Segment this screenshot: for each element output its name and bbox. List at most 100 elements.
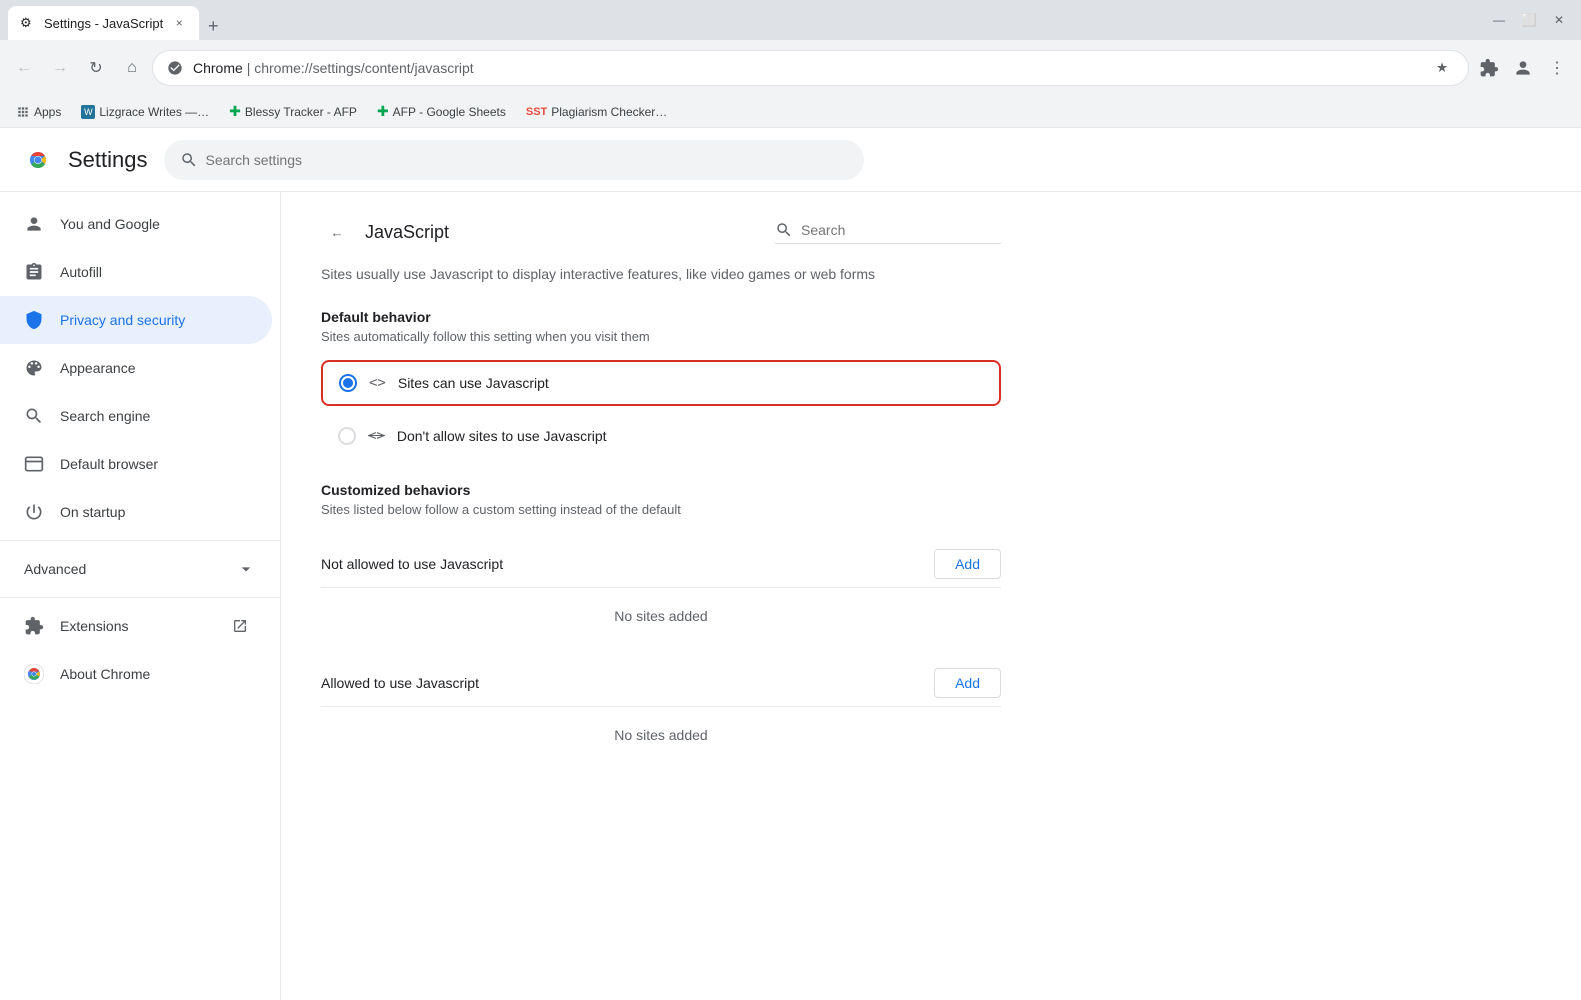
address-bar[interactable]: Chrome | chrome://settings/content/javas… xyxy=(152,50,1469,86)
settings-header: Settings xyxy=(0,128,1581,192)
sidebar-item-you-and-google[interactable]: You and Google xyxy=(0,200,272,248)
external-link-icon xyxy=(232,618,248,634)
allowed-empty-state: No sites added xyxy=(321,707,1001,763)
sidebar: You and Google Autofill Privacy and secu… xyxy=(0,192,280,1000)
chrome-logo-icon xyxy=(24,146,52,174)
reload-button[interactable]: ↻ xyxy=(80,52,112,84)
main-content: ← JavaScript Sites usually use Javascrip… xyxy=(280,192,1581,1000)
sidebar-item-about-chrome-label: About Chrome xyxy=(60,666,150,682)
sidebar-item-default-browser[interactable]: Default browser xyxy=(0,440,272,488)
settings-search-bar[interactable] xyxy=(164,140,864,180)
settings-title: Settings xyxy=(68,147,148,173)
back-button[interactable]: ← xyxy=(321,216,353,248)
sidebar-item-default-browser-label: Default browser xyxy=(60,456,158,472)
allow-radio-circle xyxy=(339,374,357,392)
title-bar: ⚙ Settings - JavaScript × + — ⬜ ✕ xyxy=(0,0,1581,40)
sidebar-divider-1 xyxy=(0,540,280,541)
about-chrome-icon xyxy=(24,664,44,684)
block-radio-label: Don't allow sites to use Javascript xyxy=(397,428,607,444)
sidebar-advanced-section[interactable]: Advanced xyxy=(0,545,280,593)
js-page-title-row: ← JavaScript xyxy=(321,216,449,248)
new-tab-button[interactable]: + xyxy=(199,12,227,40)
sidebar-item-appearance-label: Appearance xyxy=(60,360,136,376)
sidebar-divider-2 xyxy=(0,597,280,598)
allow-radio-label: Sites can use Javascript xyxy=(398,375,549,391)
behaviors-title: Customized behaviors xyxy=(321,482,1001,498)
bookmarks-bar: Apps W Lizgrace Writes —… ✚ Blessy Track… xyxy=(0,96,1581,128)
maximize-button[interactable]: ⬜ xyxy=(1515,6,1543,34)
search-icon xyxy=(24,406,44,426)
bookmark-star-button[interactable]: ★ xyxy=(1428,54,1456,82)
content-search-input[interactable] xyxy=(801,222,1001,238)
palette-icon xyxy=(24,358,44,378)
allowed-add-button[interactable]: Add xyxy=(934,668,1001,698)
sidebar-item-extensions[interactable]: Extensions xyxy=(0,602,272,650)
default-behavior-subtitle: Sites automatically follow this setting … xyxy=(321,329,1001,344)
browser-frame: ⚙ Settings - JavaScript × + — ⬜ ✕ ← → ↻ … xyxy=(0,0,1581,1000)
javascript-page-header: ← JavaScript xyxy=(321,216,1001,248)
minimize-button[interactable]: — xyxy=(1485,6,1513,34)
behaviors-subtitle: Sites listed below follow a custom setti… xyxy=(321,502,1001,517)
not-allowed-add-button[interactable]: Add xyxy=(934,549,1001,579)
shield-icon xyxy=(24,310,44,330)
active-tab[interactable]: ⚙ Settings - JavaScript × xyxy=(8,6,199,40)
settings-search-input[interactable] xyxy=(206,152,848,168)
block-radio-circle xyxy=(338,427,356,445)
power-icon xyxy=(24,502,44,522)
close-button[interactable]: ✕ xyxy=(1545,6,1573,34)
js-description: Sites usually use Javascript to display … xyxy=(321,264,1001,285)
tab-close-button[interactable]: × xyxy=(171,15,187,31)
bookmark-afp-label: AFP - Google Sheets xyxy=(393,105,506,119)
address-text: Chrome | chrome://settings/content/javas… xyxy=(193,60,1420,76)
tab-strip: ⚙ Settings - JavaScript × + xyxy=(8,0,1481,40)
sidebar-item-search-engine[interactable]: Search engine xyxy=(0,392,272,440)
browser-icon xyxy=(24,454,44,474)
allowed-label: Allowed to use Javascript xyxy=(321,675,479,691)
content-search-icon xyxy=(775,221,793,239)
back-nav-button[interactable]: ← xyxy=(8,52,40,84)
allowed-row: Allowed to use Javascript Add xyxy=(321,660,1001,707)
sidebar-item-on-startup[interactable]: On startup xyxy=(0,488,272,536)
not-allowed-label: Not allowed to use Javascript xyxy=(321,556,503,572)
not-allowed-empty-state: No sites added xyxy=(321,588,1001,644)
block-javascript-option[interactable]: <> Don't allow sites to use Javascript xyxy=(321,414,1001,458)
bookmark-apps[interactable]: Apps xyxy=(8,99,69,125)
sidebar-advanced-label: Advanced xyxy=(24,561,86,577)
forward-nav-button[interactable]: → xyxy=(44,52,76,84)
allow-javascript-option[interactable]: <> Sites can use Javascript xyxy=(321,360,1001,406)
customized-behaviors-section: Customized behaviors Sites listed below … xyxy=(321,482,1001,763)
allow-radio-inner xyxy=(343,378,353,388)
wordpress-icon: W xyxy=(81,105,95,119)
home-button[interactable]: ⌂ xyxy=(116,52,148,84)
puzzle-icon xyxy=(24,616,44,636)
afp-sheets-icon: ✚ xyxy=(377,103,389,120)
bookmark-lizgrace-label: Lizgrace Writes —… xyxy=(99,105,209,119)
sidebar-item-you-and-google-label: You and Google xyxy=(60,216,160,232)
bookmark-blessy-label: Blessy Tracker - AFP xyxy=(245,105,357,119)
bookmark-plagiarism[interactable]: SST Plagiarism Checker… xyxy=(518,99,675,125)
sidebar-item-about-chrome[interactable]: About Chrome xyxy=(0,650,272,698)
sidebar-item-privacy-label: Privacy and security xyxy=(60,312,185,328)
content-search-bar[interactable] xyxy=(775,221,1001,244)
sidebar-item-autofill-label: Autofill xyxy=(60,264,102,280)
person-icon xyxy=(24,214,44,234)
bookmark-afp-sheets[interactable]: ✚ AFP - Google Sheets xyxy=(369,99,514,125)
code-icon: <> xyxy=(369,375,386,391)
security-icon xyxy=(165,58,185,78)
settings-body: You and Google Autofill Privacy and secu… xyxy=(0,192,1581,1000)
default-behavior-section: Default behavior Sites automatically fol… xyxy=(321,309,1001,458)
sidebar-item-appearance[interactable]: Appearance xyxy=(0,344,272,392)
blessy-icon: ✚ xyxy=(229,103,241,120)
sidebar-item-privacy-and-security[interactable]: Privacy and security xyxy=(0,296,272,344)
search-icon xyxy=(180,151,198,169)
address-actions: ★ xyxy=(1428,54,1456,82)
bookmark-lizgrace[interactable]: W Lizgrace Writes —… xyxy=(73,99,217,125)
extensions-puzzle-button[interactable] xyxy=(1473,52,1505,84)
user-avatar-button[interactable] xyxy=(1507,52,1539,84)
chrome-menu-button[interactable]: ⋮ xyxy=(1541,52,1573,84)
sidebar-item-autofill[interactable]: Autofill xyxy=(0,248,272,296)
default-behavior-title: Default behavior xyxy=(321,309,1001,325)
bookmark-blessy[interactable]: ✚ Blessy Tracker - AFP xyxy=(221,99,365,125)
plagiarism-icon: SST xyxy=(526,106,547,118)
content-inner: ← JavaScript Sites usually use Javascrip… xyxy=(281,192,1041,787)
